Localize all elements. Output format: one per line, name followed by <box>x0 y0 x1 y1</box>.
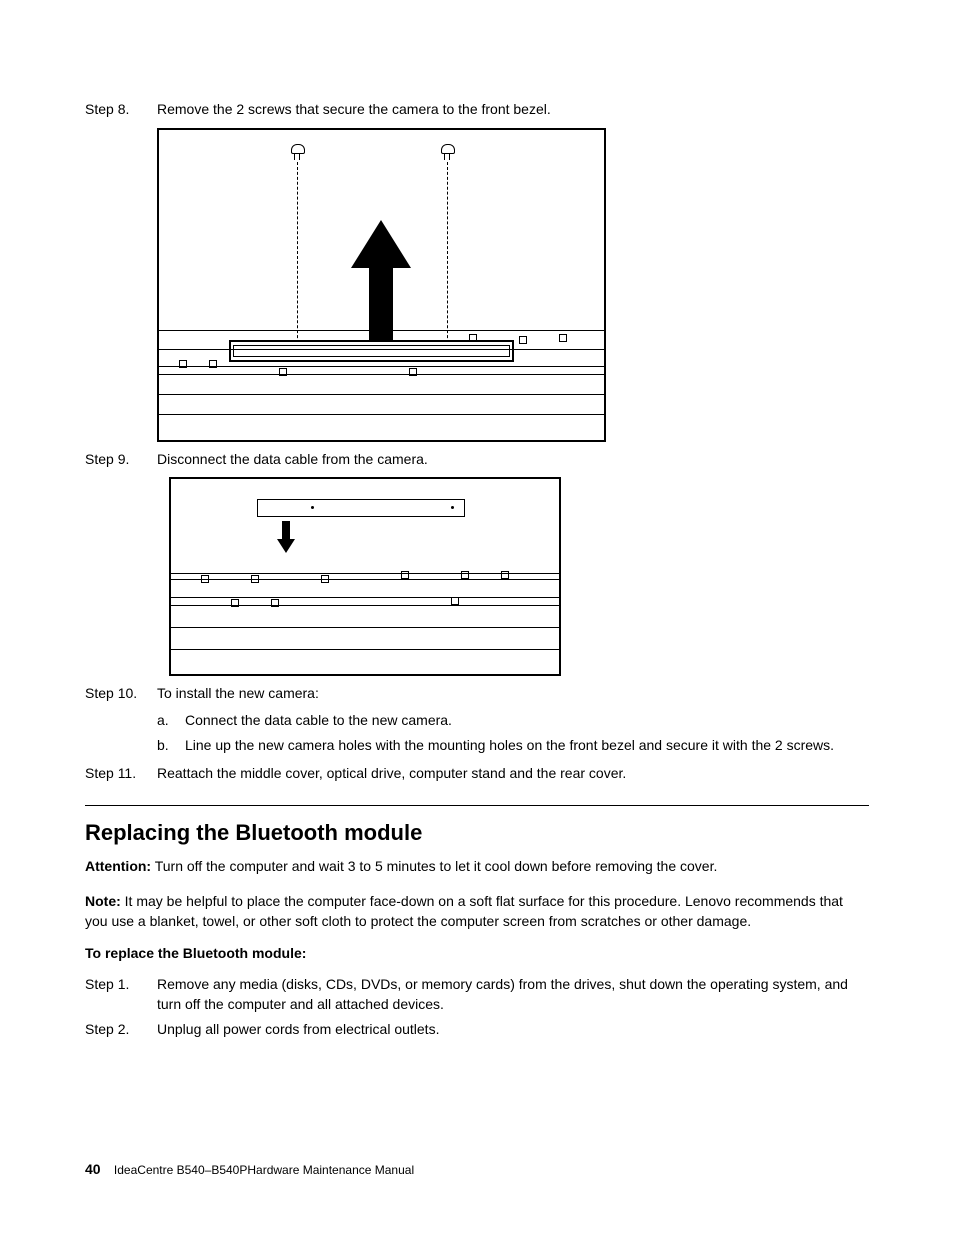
step-text: Reattach the middle cover, optical drive… <box>157 764 869 784</box>
step-9: Step 9. Disconnect the data cable from t… <box>85 450 869 470</box>
step-text: To install the new camera: <box>157 684 869 704</box>
step-text: Remove the 2 screws that secure the came… <box>157 100 869 120</box>
figure-1-wrap <box>157 128 869 442</box>
page: Step 8. Remove the 2 screws that secure … <box>0 0 954 1235</box>
figure-2 <box>169 477 561 676</box>
arrow-up-icon <box>351 220 411 340</box>
step-text: Remove any media (disks, CDs, DVDs, or m… <box>157 975 869 1014</box>
attention-paragraph: Attention: Turn off the computer and wai… <box>85 856 869 876</box>
sub-label: a. <box>157 710 185 731</box>
step-10: Step 10. To install the new camera: <box>85 684 869 704</box>
bt-step-2: Step 2. Unplug all power cords from elec… <box>85 1020 869 1040</box>
step-10b: b. Line up the new camera holes with the… <box>157 735 869 756</box>
step-label: Step 11. <box>85 764 157 784</box>
sub-text: Connect the data cable to the new camera… <box>185 710 869 731</box>
step-11: Step 11. Reattach the middle cover, opti… <box>85 764 869 784</box>
step-label: Step 2. <box>85 1020 157 1040</box>
screw-icon <box>291 144 303 160</box>
dashed-line <box>297 162 298 348</box>
step-text: Disconnect the data cable from the camer… <box>157 450 869 470</box>
screw-icon <box>441 144 453 160</box>
attention-text: Turn off the computer and wait 3 to 5 mi… <box>151 858 717 874</box>
arrow-down-icon <box>277 521 295 557</box>
page-number: 40 <box>85 1161 101 1177</box>
bt-step-1: Step 1. Remove any media (disks, CDs, DV… <box>85 975 869 1014</box>
camera-module <box>257 499 465 517</box>
step-10a: a. Connect the data cable to the new cam… <box>157 710 869 731</box>
section-divider <box>85 805 869 806</box>
sub-text: Line up the new camera holes with the mo… <box>185 735 869 756</box>
figure-2-wrap <box>157 477 869 676</box>
dashed-line <box>447 162 448 348</box>
step-8: Step 8. Remove the 2 screws that secure … <box>85 100 869 120</box>
note-label: Note: <box>85 893 121 909</box>
section-title: Replacing the Bluetooth module <box>85 820 869 846</box>
doc-title: IdeaCentre B540–B540PHardware Maintenanc… <box>114 1163 414 1177</box>
step-label: Step 10. <box>85 684 157 704</box>
note-paragraph: Note: It may be helpful to place the com… <box>85 891 869 932</box>
step-text: Unplug all power cords from electrical o… <box>157 1020 869 1040</box>
subsection-head: To replace the Bluetooth module: <box>85 945 869 961</box>
step-label: Step 8. <box>85 100 157 120</box>
note-text: It may be helpful to place the computer … <box>85 893 843 929</box>
attention-label: Attention: <box>85 858 151 874</box>
step-label: Step 1. <box>85 975 157 1014</box>
figure-1 <box>157 128 606 442</box>
step-label: Step 9. <box>85 450 157 470</box>
sub-label: b. <box>157 735 185 756</box>
page-footer: 40 IdeaCentre B540–B540PHardware Mainten… <box>85 1161 414 1177</box>
